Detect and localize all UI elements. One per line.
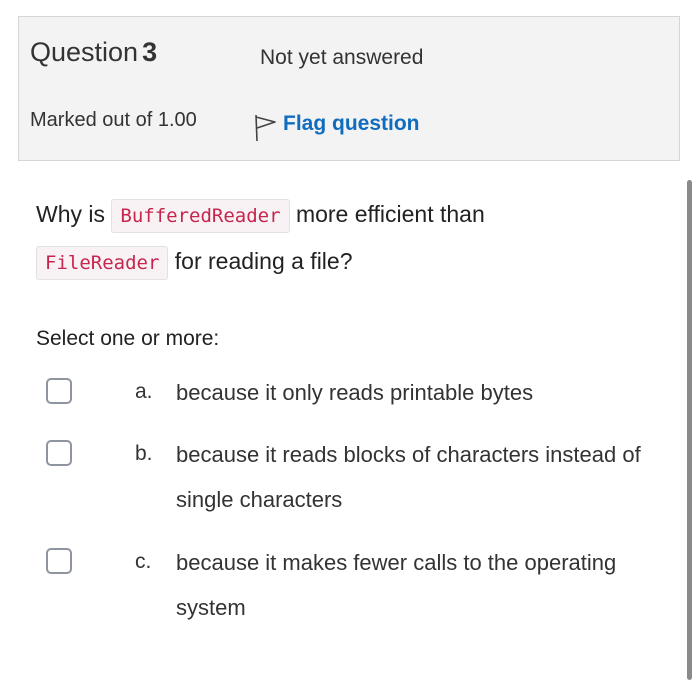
question-text-part: Why is bbox=[36, 201, 105, 227]
option-letter: b. bbox=[135, 442, 153, 465]
checkbox-a[interactable] bbox=[46, 378, 72, 404]
question-number: 3 bbox=[142, 37, 158, 67]
flag-question-label: Flag question bbox=[283, 112, 420, 135]
question-title: Question 3 bbox=[30, 37, 157, 68]
question-state: Not yet answered bbox=[260, 46, 424, 69]
vertical-scrollbar[interactable] bbox=[687, 180, 692, 680]
flag-question-link[interactable]: Flag question bbox=[253, 105, 420, 143]
question-info-panel: Question 3 Not yet answered Marked out of… bbox=[18, 16, 680, 161]
option-text: because it reads blocks of characters in… bbox=[176, 442, 641, 512]
question-label: Question bbox=[30, 37, 139, 67]
option-text: because it makes fewer calls to the oper… bbox=[176, 550, 617, 620]
flag-icon bbox=[255, 114, 276, 142]
question-text: Why is BufferedReader more efficient tha… bbox=[36, 192, 656, 286]
checkbox-c[interactable] bbox=[46, 548, 72, 574]
question-text-part: for reading a file? bbox=[174, 248, 353, 274]
answer-prompt: Select one or more: bbox=[36, 327, 220, 350]
option-letter: a. bbox=[135, 380, 153, 403]
code-snippet: FileReader bbox=[36, 246, 169, 280]
question-grade: Marked out of 1.00 bbox=[30, 109, 197, 131]
code-snippet: BufferedReader bbox=[111, 199, 290, 233]
option-letter: c. bbox=[135, 550, 152, 573]
checkbox-b[interactable] bbox=[46, 440, 72, 466]
question-text-part: more efficient than bbox=[295, 201, 485, 227]
option-text: because it only reads printable bytes bbox=[176, 380, 534, 405]
